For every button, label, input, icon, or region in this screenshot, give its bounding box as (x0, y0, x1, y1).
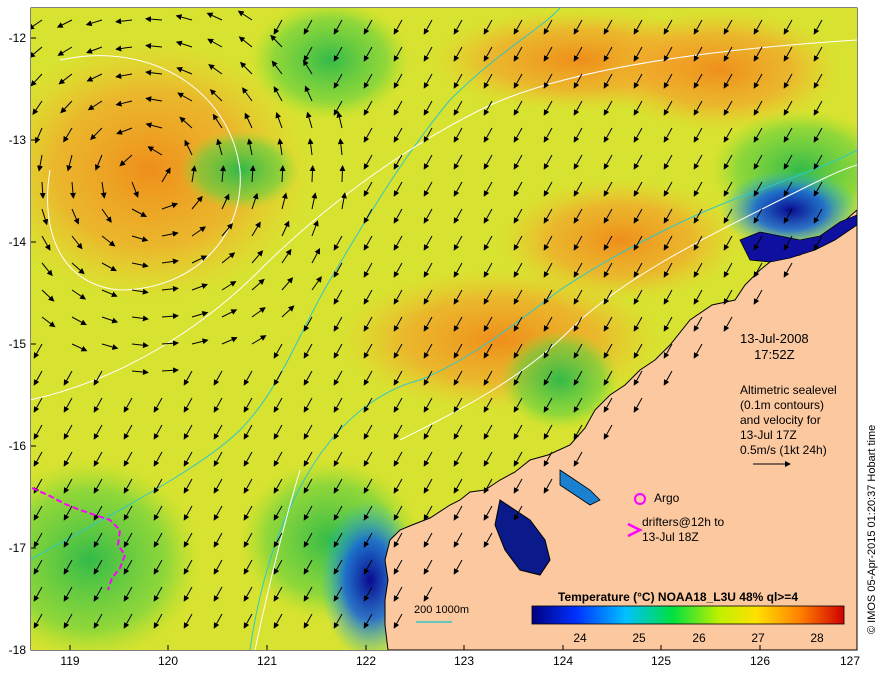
drifter-label: drifters@12h to (642, 515, 725, 529)
colorbar-tick: 26 (692, 631, 706, 645)
lon-tick: 123 (453, 654, 475, 668)
lon-tick: 121 (256, 654, 278, 668)
time-label: 17:52Z (754, 347, 795, 362)
drifter-label: 13-Jul 18Z (642, 530, 699, 544)
lon-tick: 124 (552, 654, 574, 668)
date-label: 13-Jul-2008 (740, 331, 809, 346)
lat-tick: -16 (8, 439, 26, 453)
lat-tick: -17 (8, 541, 26, 555)
colorbar-tick: 27 (751, 631, 765, 645)
colorbar-tick: 24 (573, 631, 587, 645)
lat-tick: -14 (8, 235, 26, 249)
lon-tick: 122 (355, 654, 377, 668)
lon-tick: 120 (157, 654, 179, 668)
lat-tick: -15 (8, 337, 26, 351)
colorbar-title: Temperature (°C) NOAA18_L3U 48% ql>=4 (558, 590, 798, 604)
colorbar-tick: 25 (632, 631, 646, 645)
lon-tick: 119 (60, 654, 80, 668)
alt-line: 13-Jul 17Z (740, 428, 797, 442)
alt-line: Altimetric sealevel (740, 383, 837, 397)
credit-text: © IMOS 05-Apr-2015 01:20:37 Hobart time (866, 424, 878, 634)
colorbar-tick: 28 (810, 631, 824, 645)
lat-tick: -13 (8, 133, 26, 147)
colorbar (531, 605, 845, 625)
velocity-arrow (309, 165, 316, 183)
lon-tick: 125 (650, 654, 672, 668)
altimetry-description: Altimetric sealevel (0.1m contours) and … (740, 383, 837, 458)
alt-line: 0.5m/s (1kt 24h) (740, 443, 827, 457)
lon-tick: 126 (749, 654, 771, 668)
velocity-arrow (339, 165, 346, 183)
argo-label: Argo (654, 491, 680, 505)
alt-line: (0.1m contours) (740, 398, 825, 412)
alt-line: and velocity for (740, 413, 821, 427)
lat-tick: -12 (8, 31, 26, 45)
bathymetry-scale-label: 200 1000m (414, 604, 470, 616)
lon-tick: 127 (839, 654, 861, 668)
timestamp: 13-Jul-2008 17:52Z (740, 331, 809, 363)
lat-tick: -18 (8, 643, 26, 657)
